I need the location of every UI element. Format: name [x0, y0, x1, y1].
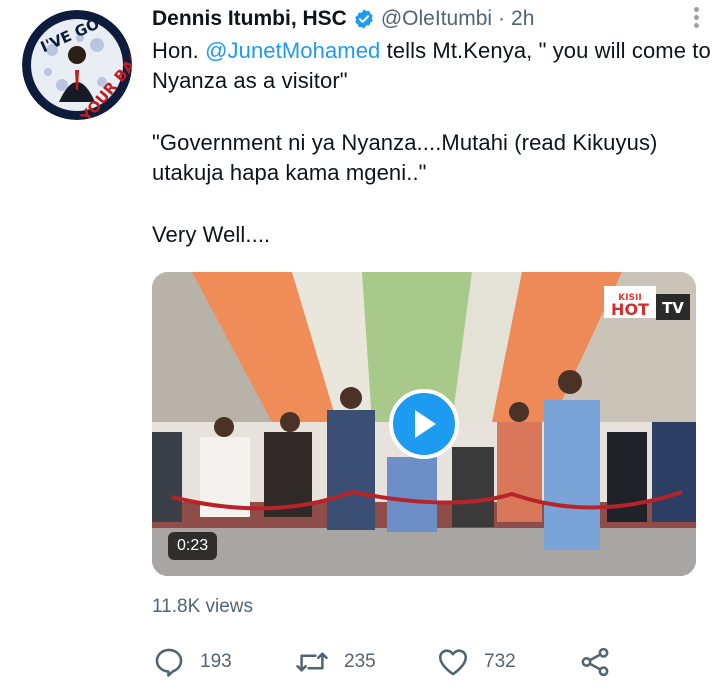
like-icon [438, 649, 468, 676]
tweet-text: Hon. @JunetMohamed tells Mt.Kenya, " you… [152, 36, 712, 282]
tweet-time[interactable]: 2h [511, 7, 534, 31]
retweet-button[interactable]: 235 [294, 640, 376, 684]
more-options-icon[interactable] [686, 4, 706, 32]
verified-badge-icon [355, 9, 373, 29]
video-player[interactable]: KISII HOT TV 0:23 [152, 272, 696, 576]
play-button[interactable] [389, 389, 459, 459]
share-button[interactable] [578, 640, 626, 684]
view-count: 11.8K views [152, 596, 254, 617]
text-prefix: Hon. [152, 38, 206, 63]
action-bar: 193 235 732 [152, 640, 622, 684]
tweet-paragraph-1: Hon. @JunetMohamed tells Mt.Kenya, " you… [152, 36, 712, 96]
watermark-main: HOT [611, 300, 649, 319]
watermark-tv: TV [662, 299, 684, 317]
like-button[interactable]: 732 [436, 640, 516, 684]
tweet-paragraph-3: Very Well.... [152, 222, 271, 247]
retweet-icon [296, 652, 328, 672]
play-icon [415, 410, 436, 438]
reply-icon [155, 648, 183, 677]
separator: · [498, 7, 506, 30]
reply-button[interactable]: 193 [152, 640, 232, 684]
reply-count: 193 [200, 651, 232, 672]
tweet-paragraph-2: "Government ni ya Nyanza....Mutahi (read… [152, 130, 658, 185]
like-count: 732 [484, 651, 516, 672]
mention-link[interactable]: @JunetMohamed [205, 38, 380, 63]
author-handle[interactable]: @OleItumbi [381, 7, 492, 31]
tweet-header: Dennis Itumbi, HSC @OleItumbi · 2h [152, 4, 700, 34]
author-name[interactable]: Dennis Itumbi, HSC [152, 7, 347, 31]
video-duration: 0:23 [168, 532, 218, 560]
share-icon [581, 647, 609, 677]
author-avatar[interactable]: I'VE GOT YOUR BACK [22, 10, 132, 120]
retweet-count: 235 [344, 651, 376, 672]
